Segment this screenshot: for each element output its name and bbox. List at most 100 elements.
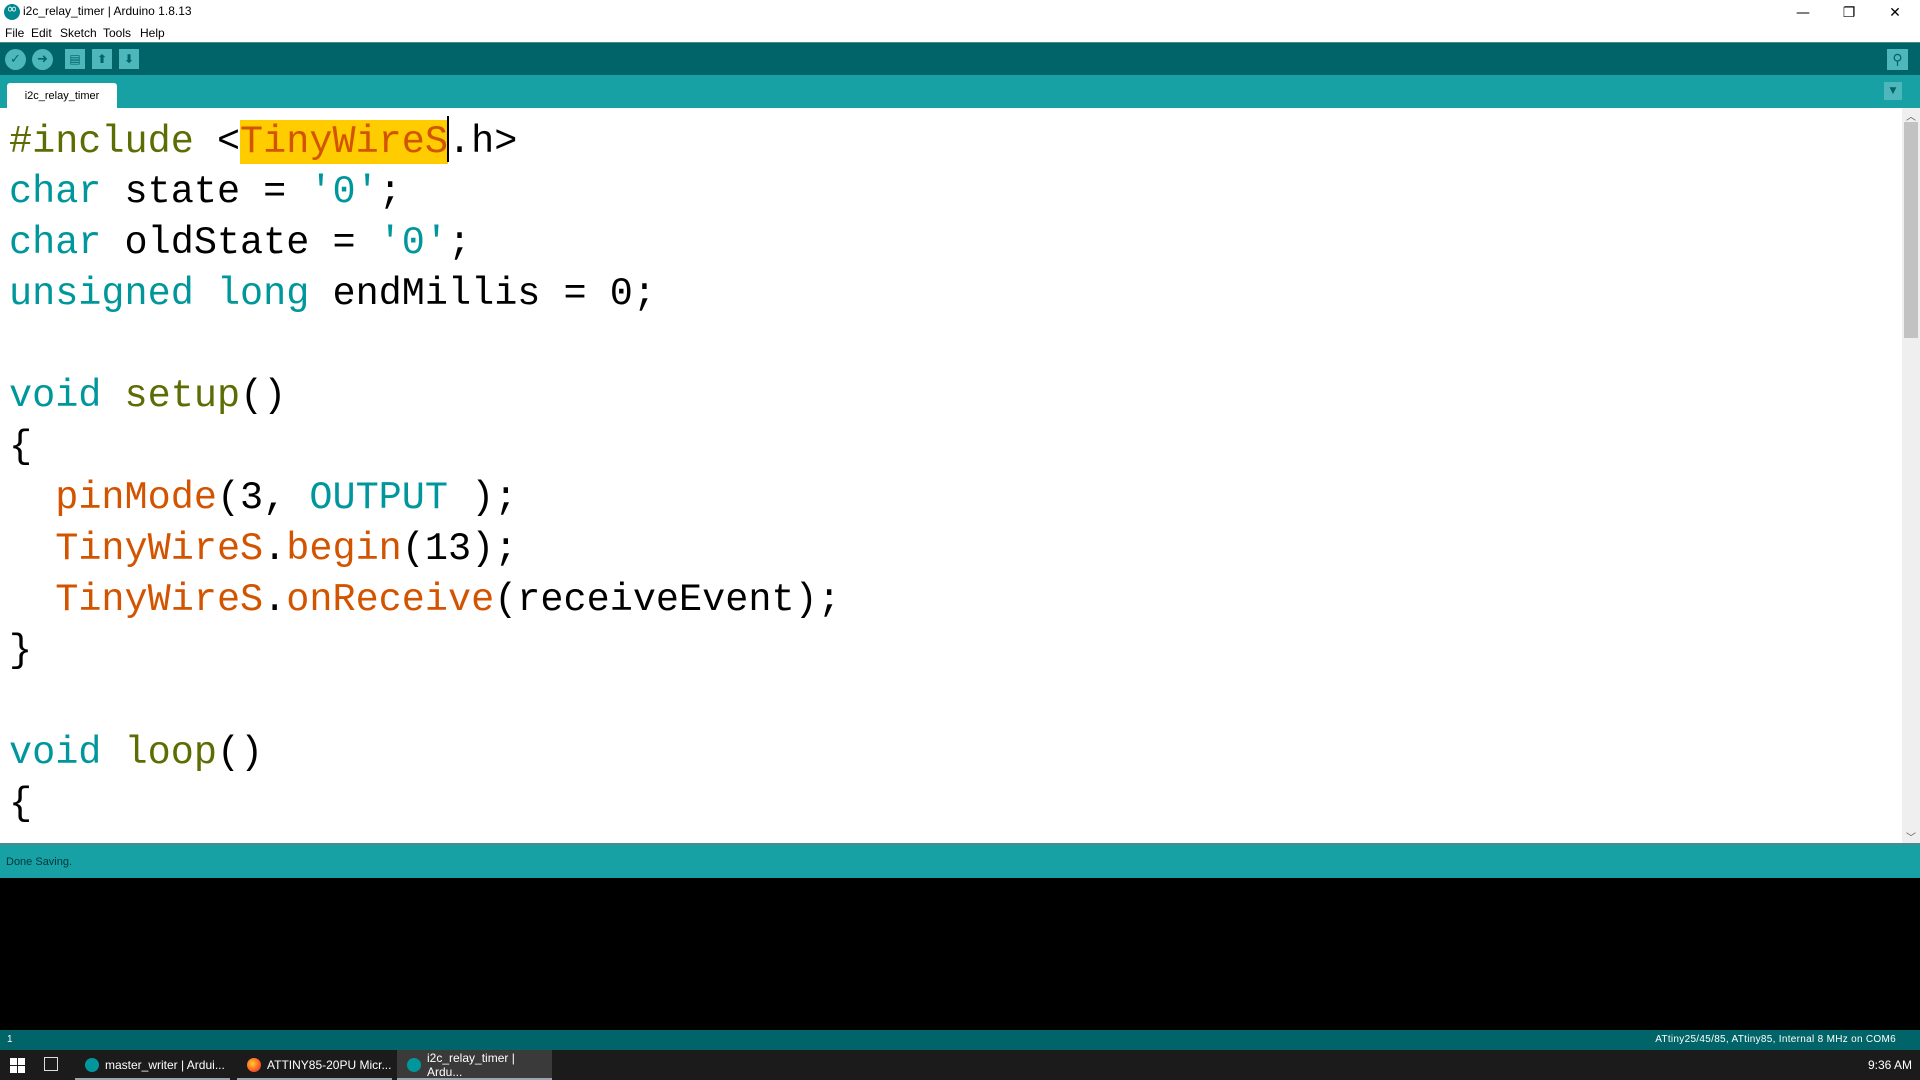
taskbar-item-label: master_writer | Ardui...	[105, 1058, 225, 1072]
code-token: onReceive	[286, 578, 495, 622]
code-token: .	[263, 527, 287, 571]
arrow-right-icon: ➜	[37, 52, 48, 67]
menu-edit[interactable]: Edit	[31, 26, 52, 40]
scroll-up-button[interactable]: ︿	[1902, 108, 1920, 123]
code-line[interactable]: {	[9, 779, 841, 830]
arrow-down-icon: ⬇	[123, 52, 135, 66]
taskbar-item-label: i2c_relay_timer | Ardu...	[427, 1051, 515, 1079]
code-token: (receiveEvent);	[494, 578, 841, 622]
code-token: ()	[216, 731, 264, 775]
console-output[interactable]	[0, 878, 1920, 1030]
save-sketch-button[interactable]: ⬇	[119, 49, 139, 69]
restore-button[interactable]: ❐	[1826, 0, 1872, 26]
code-token: .h>	[447, 120, 518, 164]
restore-icon: ❐	[1842, 5, 1856, 21]
code-line[interactable]: pinMode(3, OUTPUT );	[9, 473, 841, 524]
scroll-down-button[interactable]: ﹀	[1902, 829, 1920, 844]
task-view-button[interactable]	[44, 1057, 58, 1071]
code-token: pinMode	[55, 476, 217, 520]
code-token: (13);	[401, 527, 518, 571]
code-line[interactable]: TinyWireS.onReceive(receiveEvent);	[9, 575, 841, 626]
code-token: '0'	[309, 170, 379, 214]
code-token: void	[9, 374, 102, 418]
code-line[interactable]	[9, 677, 841, 728]
code-token: oldState =	[101, 221, 379, 265]
minimize-icon: —	[1796, 5, 1810, 21]
menu-tools[interactable]: Tools	[103, 26, 131, 40]
line-number: 1	[7, 1034, 13, 1045]
editor-scrollbar[interactable]: ︿ ﹀	[1902, 108, 1920, 844]
code-token: endMillis = 0;	[309, 272, 656, 316]
arduino-icon	[407, 1058, 421, 1072]
taskbar-item-label: ATTINY85-20PU Micr...	[267, 1058, 392, 1072]
start-button[interactable]	[10, 1058, 26, 1073]
verify-button[interactable]: ✓	[5, 49, 26, 70]
tab-i2c-relay-timer[interactable]: i2c_relay_timer	[7, 83, 117, 108]
code-token: state =	[101, 170, 310, 214]
firefox-icon	[247, 1058, 261, 1072]
arduino-app-icon	[4, 2, 20, 20]
code-line[interactable]	[9, 320, 841, 371]
highlighted-token: TinyWireS	[240, 120, 448, 164]
windows-icon-part	[10, 1066, 17, 1073]
taskbar-item-master-writer[interactable]: master_writer | Ardui...	[75, 1050, 230, 1080]
menu-help[interactable]: Help	[140, 26, 165, 40]
taskbar-item-firefox[interactable]: ATTINY85-20PU Micr...	[237, 1050, 392, 1080]
code-line[interactable]: unsigned long endMillis = 0;	[9, 269, 841, 320]
code-line[interactable]: char oldState = '0';	[9, 218, 841, 269]
upload-button[interactable]: ➜	[32, 49, 53, 70]
tab-bar: i2c_relay_timer ▼	[0, 75, 1920, 108]
code-token: void	[9, 731, 102, 775]
window-title: i2c_relay_timer | Arduino 1.8.13	[23, 4, 192, 18]
board-info: ATtiny25/45/85, ATtiny85, Internal 8 MHz…	[1655, 1034, 1896, 1045]
code-editor[interactable]: #include <TinyWireS.h> char state = '0'; c…	[0, 108, 1902, 843]
code-token: <	[216, 120, 241, 164]
code-token: {	[9, 425, 33, 469]
menu-sketch[interactable]: Sketch	[60, 26, 97, 40]
code-line[interactable]: #include <TinyWireS.h>	[9, 116, 841, 167]
close-icon: ✕	[1889, 5, 1901, 21]
tab-menu-button[interactable]: ▼	[1884, 82, 1902, 100]
toolbar: ✓ ➜ ▤ ⬆ ⬇ ⚲	[0, 43, 1920, 75]
new-sketch-button[interactable]: ▤	[65, 49, 85, 69]
code-line[interactable]: void setup()	[9, 371, 841, 422]
code-token: {	[9, 782, 33, 826]
open-sketch-button[interactable]: ⬆	[92, 49, 112, 69]
windows-icon-part	[18, 1066, 25, 1073]
checkmark-icon: ✓	[10, 52, 21, 67]
tab-label: i2c_relay_timer	[24, 89, 100, 102]
title-bar: i2c_relay_timer | Arduino 1.8.13 — ❐ ✕	[0, 0, 1920, 26]
minimize-button[interactable]: —	[1780, 0, 1826, 26]
code-line[interactable]: {	[9, 422, 841, 473]
code-token: #include	[9, 120, 217, 164]
new-file-icon: ▤	[69, 52, 81, 66]
menu-bar: File Edit Sketch Tools Help	[0, 26, 1920, 44]
code-text[interactable]: #include <TinyWireS.h> char state = '0'; c…	[9, 116, 841, 830]
code-token: char	[9, 170, 102, 214]
windows-icon	[10, 1058, 17, 1065]
code-line[interactable]: void loop()	[9, 728, 841, 779]
taskbar: master_writer | Ardui... ATTINY85-20PU M…	[0, 1050, 1920, 1080]
code-token: begin	[286, 527, 402, 571]
code-line[interactable]: char state = '0';	[9, 167, 841, 218]
code-token: setup	[124, 374, 241, 418]
code-token: (3,	[216, 476, 310, 520]
code-token: ;	[447, 221, 472, 265]
menu-file[interactable]: File	[5, 26, 24, 40]
clock[interactable]: 9:36 AM	[1868, 1058, 1912, 1072]
status-message: Done Saving.	[6, 856, 73, 868]
code-token: long	[216, 272, 310, 316]
close-button[interactable]: ✕	[1872, 0, 1918, 26]
code-token: ()	[240, 374, 287, 418]
code-line[interactable]: TinyWireS.begin(13);	[9, 524, 841, 575]
code-line[interactable]: }	[9, 626, 841, 677]
scrollbar-thumb[interactable]	[1904, 122, 1918, 338]
code-token: );	[448, 476, 518, 520]
serial-monitor-button[interactable]: ⚲	[1887, 49, 1908, 70]
chevron-down-icon: ▼	[1889, 86, 1897, 96]
taskbar-item-i2c-relay-timer[interactable]: i2c_relay_timer | Ardu...	[397, 1050, 552, 1080]
